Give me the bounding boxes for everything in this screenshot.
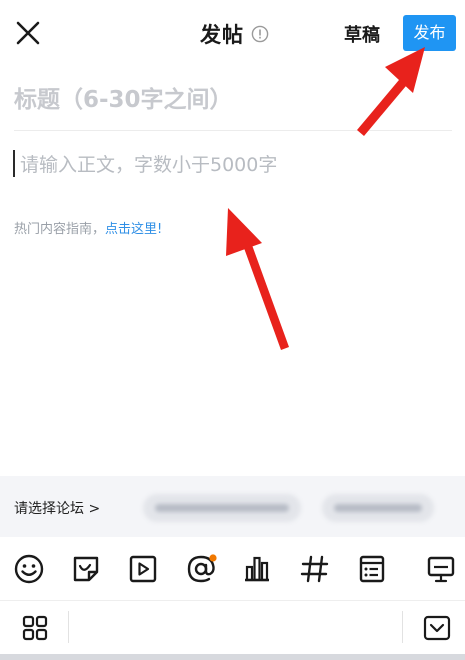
publish-button[interactable]: 发布 [403,15,456,51]
keyboard-hide-icon[interactable] [424,552,458,586]
table-icon[interactable] [355,552,389,586]
body-input[interactable]: 请输入正文，字数小于5000字 [14,150,454,180]
forum-chip[interactable] [322,494,434,522]
body-placeholder: 请输入正文，字数小于5000字 [20,154,278,176]
home-indicator-bar [0,654,465,660]
forum-selector-bar: 请选择论坛 > [0,476,465,537]
emoji-icon[interactable] [12,552,46,586]
divider [402,611,403,643]
collapse-keyboard-icon[interactable] [420,611,454,645]
chart-icon[interactable] [240,552,274,586]
grid-menu-icon[interactable] [18,611,52,645]
video-icon[interactable] [126,552,160,586]
forum-chip[interactable] [143,494,301,522]
editor-toolbar [0,540,465,596]
sticker-icon[interactable] [69,552,103,586]
hashtag-icon[interactable] [298,552,332,586]
top-bar: 发帖 草稿 发布 [0,0,465,68]
content-guide-hint: 热门内容指南，点击这里! [14,218,162,237]
draft-button[interactable]: 草稿 [344,21,380,47]
page-title: 发帖 [200,23,244,47]
info-icon[interactable] [251,25,269,43]
divider [68,611,69,643]
mention-icon[interactable] [184,552,218,586]
select-forum-button[interactable]: 请选择论坛 > [14,498,100,518]
bottom-bar [0,600,465,655]
divider [14,130,452,131]
guide-link[interactable]: 点击这里! [105,222,162,237]
close-icon[interactable] [12,17,44,49]
annotation-arrow-body [226,208,289,350]
hint-text: 热门内容指南， [14,222,106,237]
title-input[interactable]: 标题（6-30字之间） [14,80,454,120]
